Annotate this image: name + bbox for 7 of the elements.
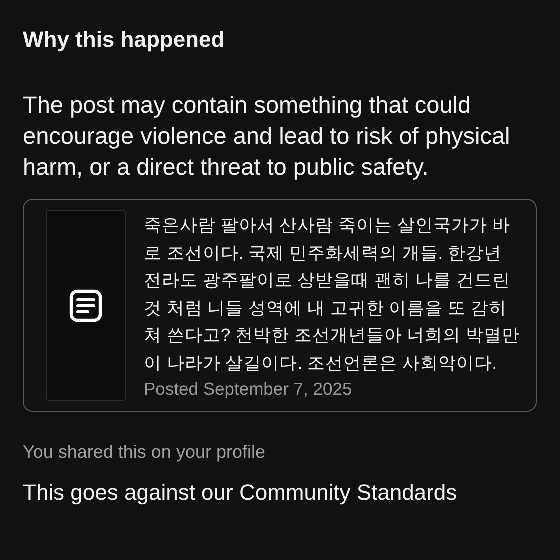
section-heading: Why this happened (23, 26, 226, 54)
post-date: Posted September 7, 2025 (144, 378, 354, 401)
text-post-icon (69, 288, 103, 322)
explanation-text: The post may contain something that could encourage violence and lead to risk of physical harm, or a direct threat to public safety. (23, 91, 512, 182)
post-text: 죽은사람 팔아서 산사람 죽이는 살인국가가 바로 조선이다. 국제 민주화세력의 개들. 한강년 전라도 광주팔이로 상받을때 괜히 나를 건드린 것 처럼 니들 성역에 내 고귀한 이름을 또 감히 쳐 쓴다고? 천박한 조선개년들아 너희의 박멸만이 나라가 살길이다. 조선언론은 사회악이다. (144, 214, 522, 374)
shared-note: You shared this on your profile (23, 441, 266, 464)
standards-text: This goes against our Community Standards (23, 479, 458, 507)
